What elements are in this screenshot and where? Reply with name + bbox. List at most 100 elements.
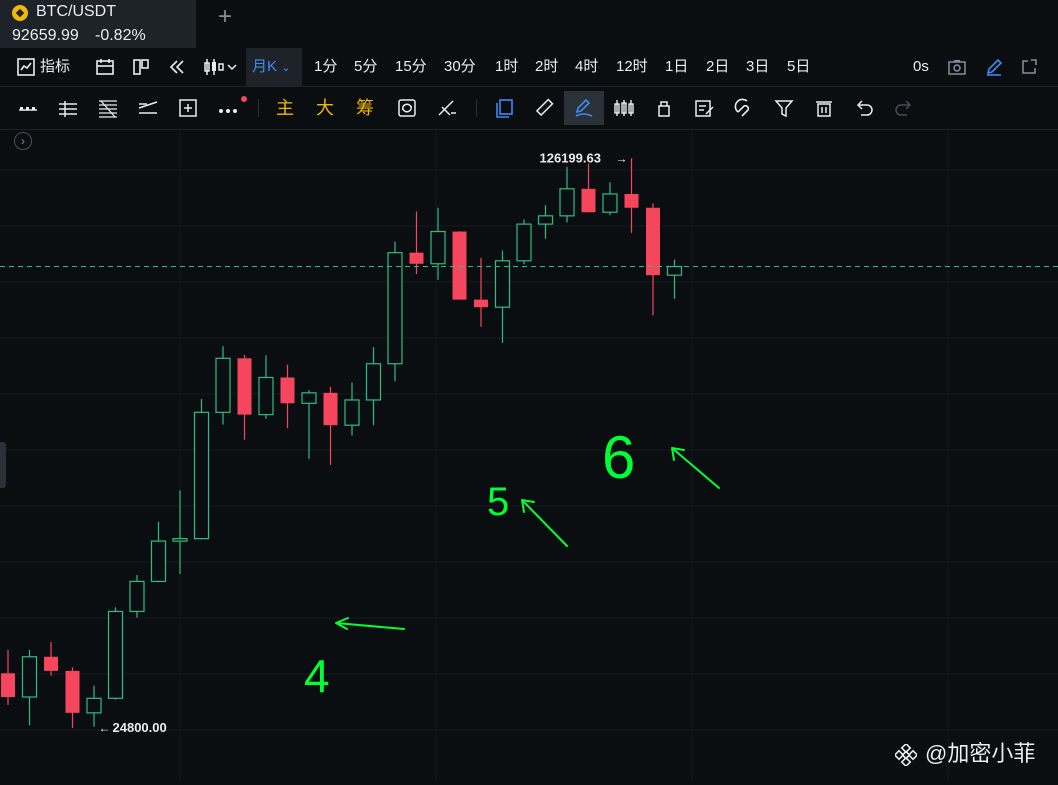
candle-body	[172, 538, 188, 542]
cross-tools-icon[interactable]	[436, 98, 458, 118]
indicators-button[interactable]: 指标	[40, 48, 70, 86]
candle-body	[581, 188, 596, 213]
interval-4h[interactable]: 4时	[575, 48, 598, 86]
drawing-toolbar: 主 大 筹	[0, 87, 1058, 130]
measure-icon[interactable]	[177, 98, 199, 118]
annotation-arrow-5	[521, 499, 568, 547]
layout-icon[interactable]	[131, 57, 151, 77]
low-label-arrow-icon: ←	[99, 721, 111, 735]
candlestick-chart[interactable]: 126199.63 → ← 24800.00 4 5 6	[0, 130, 1058, 780]
candle-body	[365, 363, 382, 401]
trend-angle-icon[interactable]	[137, 98, 159, 118]
candle-body	[150, 540, 167, 583]
candle-body	[44, 656, 58, 671]
annotation-label-6: 6	[602, 424, 635, 491]
collapse-legend-button[interactable]: ›	[14, 132, 32, 150]
candle-body	[193, 411, 210, 540]
interval-toolbar: 指标 月K ⌄ 1分 5分 15分 30分 1时 2时 4时 12时 1日 2日…	[0, 48, 1058, 87]
high-price-label: 126199.63	[540, 150, 601, 165]
interval-2h[interactable]: 2时	[535, 48, 558, 86]
chart-canvas[interactable]: 126199.63 → ← 24800.00 4 5 6	[0, 130, 1058, 780]
parallel-lines-icon[interactable]	[57, 98, 79, 118]
interval-monthly-button[interactable]: 月K ⌄	[246, 48, 302, 86]
candle-body	[537, 215, 554, 225]
interval-12h[interactable]: 12时	[616, 48, 648, 86]
candle-body	[237, 358, 252, 415]
candle-body	[323, 392, 338, 426]
candle-body	[280, 377, 295, 404]
undo-icon[interactable]	[853, 98, 875, 118]
chevron-down-icon[interactable]	[226, 57, 238, 77]
popout-icon[interactable]	[1019, 57, 1039, 77]
toolbar-divider	[258, 99, 259, 117]
candle-body	[21, 656, 38, 698]
ruler-icon[interactable]	[533, 98, 555, 118]
candle-body	[215, 357, 231, 413]
interval-5d[interactable]: 5日	[787, 48, 810, 86]
side-panel-handle[interactable]	[0, 442, 6, 488]
lock-icon[interactable]	[653, 98, 675, 118]
panels-icon[interactable]	[494, 98, 516, 118]
tab-bar: BTC/USDT 92659.99 -0.82% +	[0, 0, 1058, 48]
interval-2d[interactable]: 2日	[706, 48, 729, 86]
toolbar-divider	[476, 99, 477, 117]
candle-body	[452, 231, 467, 300]
interval-3d[interactable]: 3日	[746, 48, 769, 86]
chip-big[interactable]: 大	[316, 87, 334, 129]
tab-pair-label: BTC/USDT	[36, 3, 116, 20]
annotation-5: 5	[487, 480, 568, 547]
candle-body	[409, 252, 424, 264]
high-label-arrow-icon: →	[616, 151, 628, 165]
chip-main[interactable]: 主	[276, 87, 294, 129]
chip-chips[interactable]: 筹	[356, 87, 374, 129]
candle-body	[258, 376, 274, 416]
interval-1h[interactable]: 1时	[495, 48, 518, 86]
horizontal-ray-icon[interactable]	[17, 98, 39, 118]
chart-style-icon[interactable]	[16, 57, 36, 77]
more-icon[interactable]	[217, 98, 239, 118]
low-price-label: 24800.00	[113, 720, 167, 735]
candle-body	[129, 580, 145, 613]
candle-body	[344, 399, 360, 426]
trash-icon[interactable]	[813, 98, 835, 118]
candle-body	[65, 670, 80, 713]
notification-dot	[241, 96, 247, 102]
note-icon[interactable]	[693, 98, 715, 118]
annotation-label-4: 4	[304, 650, 330, 702]
interval-1m[interactable]: 1分	[314, 48, 337, 86]
annotation-label-5: 5	[487, 480, 509, 524]
pencil-icon[interactable]	[984, 57, 1004, 77]
candle-body	[301, 392, 317, 404]
rewind-icon[interactable]	[167, 57, 187, 77]
candle-body	[430, 230, 446, 265]
watermark-text: @加密小菲	[925, 741, 1036, 766]
interval-1d[interactable]: 1日	[665, 48, 688, 86]
redo-icon[interactable]	[893, 98, 915, 118]
candle-body	[624, 193, 639, 208]
camera-icon[interactable]	[947, 57, 967, 77]
add-tab-icon[interactable]: +	[214, 5, 236, 29]
tab-btc-usdt[interactable]: BTC/USDT 92659.99 -0.82%	[0, 0, 196, 48]
candle-body	[107, 610, 124, 699]
candle-compare-icon[interactable]	[613, 98, 635, 118]
interval-monthly-label: 月K	[252, 58, 278, 75]
binance-logo-icon	[895, 744, 917, 766]
candle-type-icon[interactable]	[202, 57, 224, 77]
annotation-arrow-6	[671, 447, 720, 489]
candle-body	[602, 193, 618, 213]
annotation-4: 4	[304, 617, 405, 702]
candle-body	[666, 265, 683, 276]
calendar-icon[interactable]	[95, 57, 115, 77]
draw-mode-icon[interactable]	[573, 98, 595, 118]
candle-body	[516, 223, 532, 262]
interval-15m[interactable]: 15分	[395, 48, 427, 86]
cycle-icon[interactable]	[396, 98, 418, 118]
interval-30m[interactable]: 30分	[444, 48, 476, 86]
filter-icon[interactable]	[773, 98, 795, 118]
annotation-arrow-4	[335, 617, 405, 630]
magnet-icon[interactable]	[733, 98, 755, 118]
fib-levels-icon[interactable]	[97, 98, 119, 118]
interval-5m[interactable]: 5分	[354, 48, 377, 86]
interval-chevron-icon: ⌄	[281, 62, 291, 74]
candle-body	[86, 697, 102, 714]
